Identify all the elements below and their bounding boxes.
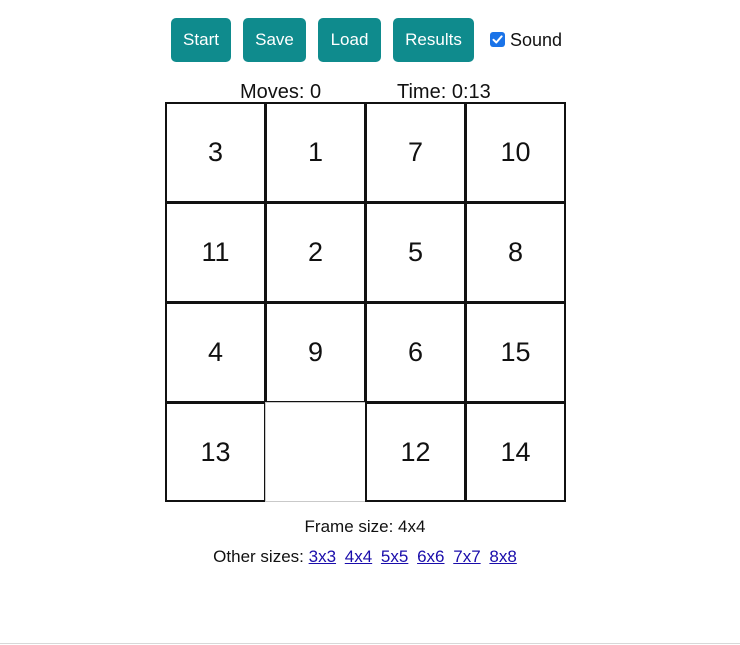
size-link-6x6[interactable]: 6x6 bbox=[417, 547, 444, 566]
start-button[interactable]: Start bbox=[171, 18, 231, 62]
size-link-4x4[interactable]: 4x4 bbox=[345, 547, 372, 566]
sound-label: Sound bbox=[510, 29, 563, 50]
puzzle-tile[interactable]: 1 bbox=[265, 102, 366, 203]
puzzle-tile[interactable]: 3 bbox=[165, 102, 266, 203]
frame-size-text: Frame size: 4x4 bbox=[304, 517, 426, 536]
size-link-3x3[interactable]: 3x3 bbox=[309, 547, 336, 566]
puzzle-tile[interactable]: 12 bbox=[365, 402, 466, 502]
load-button[interactable]: Load bbox=[318, 18, 381, 62]
puzzle-tile[interactable]: 9 bbox=[265, 302, 366, 403]
puzzle-tile[interactable]: 10 bbox=[465, 102, 566, 203]
size-link-5x5[interactable]: 5x5 bbox=[381, 547, 408, 566]
puzzle-tile[interactable]: 11 bbox=[165, 202, 266, 303]
puzzle-tile[interactable]: 6 bbox=[365, 302, 466, 403]
other-sizes-label: Other sizes: bbox=[213, 547, 304, 566]
puzzle-tile[interactable]: 4 bbox=[165, 302, 266, 403]
sound-checkbox[interactable] bbox=[490, 31, 505, 47]
size-link-7x7[interactable]: 7x7 bbox=[453, 547, 480, 566]
time-counter: Time: 0:13 bbox=[397, 81, 491, 103]
page-divider bbox=[0, 643, 740, 644]
other-sizes: Other sizes: 3x3 4x4 5x5 6x6 7x7 8x8 bbox=[0, 547, 730, 567]
sound-toggle[interactable]: Sound bbox=[490, 18, 562, 62]
puzzle-tile[interactable]: 13 bbox=[165, 402, 266, 502]
puzzle-tile[interactable]: 2 bbox=[265, 202, 366, 303]
puzzle-tile[interactable]: 7 bbox=[365, 102, 466, 203]
puzzle-board: 3 1 7 10 11 2 5 8 4 9 6 15 13 12 14 bbox=[165, 102, 566, 502]
toolbar: Start Save Load Results Sound bbox=[171, 18, 562, 62]
empty-tile bbox=[265, 402, 366, 502]
puzzle-tile[interactable]: 8 bbox=[465, 202, 566, 303]
puzzle-tile[interactable]: 5 bbox=[365, 202, 466, 303]
size-link-8x8[interactable]: 8x8 bbox=[489, 547, 516, 566]
moves-counter: Moves: 0 bbox=[240, 81, 322, 103]
save-button[interactable]: Save bbox=[243, 18, 306, 62]
puzzle-tile[interactable]: 14 bbox=[465, 402, 566, 502]
results-button[interactable]: Results bbox=[393, 18, 474, 62]
puzzle-tile[interactable]: 15 bbox=[465, 302, 566, 403]
checkmark-icon bbox=[492, 34, 503, 43]
